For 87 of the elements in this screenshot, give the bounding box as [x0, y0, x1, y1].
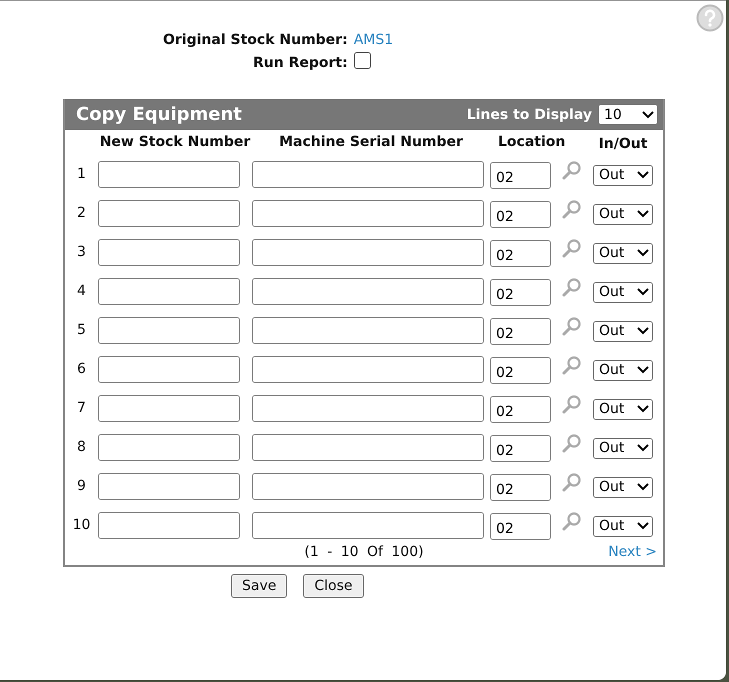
- field-label: Original Stock Number:: [163, 32, 348, 48]
- search-icon[interactable]: [561, 394, 582, 414]
- serial-number-input[interactable]: [252, 394, 484, 422]
- serial-number-input[interactable]: [252, 356, 484, 382]
- in-out-select[interactable]: Out: [593, 320, 653, 342]
- new-stock-input[interactable]: [98, 200, 240, 226]
- caret-icon: [637, 366, 649, 374]
- row-number: 10: [72, 517, 92, 533]
- serial-number-input[interactable]: [252, 512, 484, 538]
- in-out-select[interactable]: Out: [593, 516, 653, 536]
- caret-icon: [637, 327, 649, 335]
- search-icon[interactable]: [561, 472, 582, 492]
- serial-number-input[interactable]: [252, 434, 484, 460]
- row-number: 3: [76, 244, 87, 260]
- column-header: Location: [497, 134, 566, 150]
- caret-icon: [637, 405, 649, 413]
- location-input[interactable]: 02: [490, 474, 551, 501]
- panel-title: Copy Equipment: [76, 104, 242, 125]
- caret-icon: [637, 249, 649, 257]
- run-report-checkbox[interactable]: [354, 52, 371, 69]
- location-input[interactable]: 02: [490, 357, 551, 384]
- serial-number-input[interactable]: [252, 472, 484, 500]
- serial-number-input[interactable]: [252, 200, 484, 226]
- row-number: 8: [76, 439, 87, 455]
- row-number: 1: [76, 166, 87, 182]
- location-input[interactable]: 02: [490, 240, 551, 267]
- in-out-select[interactable]: Out: [593, 164, 653, 186]
- row-number: 5: [76, 322, 87, 338]
- caret-icon: [637, 444, 649, 452]
- location-input[interactable]: 02: [490, 318, 551, 345]
- location-input[interactable]: 02: [490, 279, 551, 306]
- in-out-select[interactable]: Out: [593, 398, 653, 420]
- column-header: Machine Serial Number: [278, 134, 464, 150]
- row-number: 9: [76, 478, 87, 494]
- new-stock-input[interactable]: [98, 512, 240, 538]
- lines-select[interactable]: 10: [598, 104, 658, 125]
- in-out-select[interactable]: Out: [593, 204, 653, 224]
- search-icon[interactable]: [561, 198, 582, 220]
- in-out-select[interactable]: Out: [593, 438, 653, 458]
- pagination-text: (1 - 10 Of 100): [304, 544, 424, 560]
- in-out-select[interactable]: Out: [593, 476, 653, 498]
- caret-icon: [637, 288, 649, 296]
- search-icon[interactable]: [561, 354, 582, 376]
- search-icon[interactable]: [561, 510, 582, 532]
- caret-icon: [637, 522, 649, 530]
- search-icon[interactable]: [561, 316, 582, 336]
- search-icon[interactable]: [561, 160, 582, 180]
- save-button[interactable]: Save: [231, 574, 288, 598]
- location-input[interactable]: 02: [490, 201, 551, 228]
- caret-icon: [637, 483, 649, 491]
- new-stock-input[interactable]: [98, 238, 240, 266]
- row-number: 2: [76, 205, 87, 221]
- next-link[interactable]: Next >: [608, 544, 657, 560]
- location-input[interactable]: 02: [490, 513, 551, 540]
- serial-number-input[interactable]: [252, 238, 484, 266]
- row-number: 6: [76, 361, 87, 377]
- location-input[interactable]: 02: [490, 435, 551, 462]
- help-icon[interactable]: [696, 4, 724, 32]
- column-header: In/Out: [598, 136, 648, 152]
- field-label: Run Report:: [252, 54, 348, 70]
- search-icon[interactable]: [561, 432, 582, 454]
- row-number: 7: [76, 400, 87, 416]
- close-button[interactable]: Close: [303, 574, 364, 598]
- in-out-select[interactable]: Out: [593, 360, 653, 380]
- caret-icon: [637, 171, 649, 179]
- stock-number-link[interactable]: AMS1: [354, 32, 394, 48]
- search-icon[interactable]: [561, 276, 582, 298]
- search-icon[interactable]: [561, 238, 582, 258]
- serial-number-input[interactable]: [252, 278, 484, 304]
- location-input[interactable]: 02: [490, 396, 551, 423]
- serial-number-input[interactable]: [252, 316, 484, 344]
- location-input[interactable]: 02: [490, 162, 551, 189]
- lines-label: Lines to Display: [466, 106, 592, 122]
- row-number: 4: [76, 283, 87, 299]
- new-stock-input[interactable]: [98, 160, 240, 188]
- new-stock-input[interactable]: [98, 472, 240, 500]
- in-out-select[interactable]: Out: [593, 242, 653, 264]
- in-out-select[interactable]: Out: [593, 282, 653, 302]
- new-stock-input[interactable]: [98, 394, 240, 422]
- new-stock-input[interactable]: [98, 356, 240, 382]
- column-header: New Stock Number: [98, 134, 252, 150]
- new-stock-input[interactable]: [98, 316, 240, 344]
- caret-icon: [642, 110, 654, 118]
- caret-icon: [637, 210, 649, 218]
- new-stock-input[interactable]: [98, 278, 240, 304]
- new-stock-input[interactable]: [98, 434, 240, 460]
- serial-number-input[interactable]: [252, 160, 484, 188]
